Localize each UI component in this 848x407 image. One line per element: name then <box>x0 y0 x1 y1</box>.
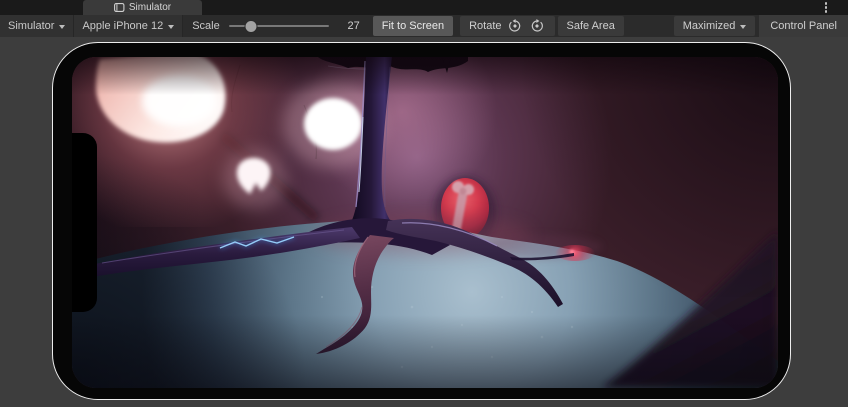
iphone-notch <box>72 133 97 312</box>
scale-value: 27 <box>338 20 360 32</box>
scale-control: Scale 27 <box>192 20 372 32</box>
bottom-vignette <box>72 315 778 388</box>
control-panel-button[interactable]: Control Panel <box>759 15 848 37</box>
rotate-group: Rotate <box>460 16 554 36</box>
device-dropdown-label: Apple iPhone 12 <box>82 20 163 32</box>
scale-slider-thumb[interactable] <box>245 21 256 32</box>
top-right-vignette <box>512 57 778 297</box>
tab-title: Simulator <box>129 2 171 13</box>
simulator-dropdown-label: Simulator <box>8 20 54 32</box>
iphone-12-frame <box>52 42 791 400</box>
tab-bar: Simulator <box>0 0 848 15</box>
window-mode-label: Maximized <box>683 20 736 32</box>
rotate-label: Rotate <box>469 20 501 32</box>
kebab-menu-icon[interactable] <box>820 1 832 14</box>
simulator-viewport <box>0 37 848 407</box>
scale-slider[interactable] <box>229 21 329 32</box>
game-scene <box>72 57 778 388</box>
device-dropdown[interactable]: Apple iPhone 12 <box>74 15 183 37</box>
rotate-cw-icon[interactable] <box>529 18 546 35</box>
fit-to-screen-button[interactable]: Fit to Screen <box>373 16 453 36</box>
toolbar-right: Maximized Control Panel <box>672 15 848 37</box>
tab-simulator[interactable]: Simulator <box>83 0 202 15</box>
simulator-toolbar: Simulator Apple iPhone 12 Scale 27 Fit t… <box>0 15 848 37</box>
fit-to-screen-label: Fit to Screen <box>382 20 444 32</box>
device-simulator-icon <box>114 3 125 12</box>
chevron-down-icon <box>168 25 174 29</box>
chevron-down-icon <box>740 25 746 29</box>
scale-label: Scale <box>192 20 220 32</box>
safe-area-button[interactable]: Safe Area <box>558 16 624 36</box>
game-screen[interactable] <box>72 57 778 388</box>
control-panel-label: Control Panel <box>770 20 837 32</box>
simulator-mode-dropdown[interactable]: Simulator <box>0 15 74 37</box>
chevron-down-icon <box>59 25 65 29</box>
safe-area-label: Safe Area <box>567 20 615 32</box>
window-mode-dropdown[interactable]: Maximized <box>674 16 756 36</box>
scale-slider-track[interactable] <box>229 25 329 27</box>
rotate-ccw-icon[interactable] <box>507 18 524 35</box>
